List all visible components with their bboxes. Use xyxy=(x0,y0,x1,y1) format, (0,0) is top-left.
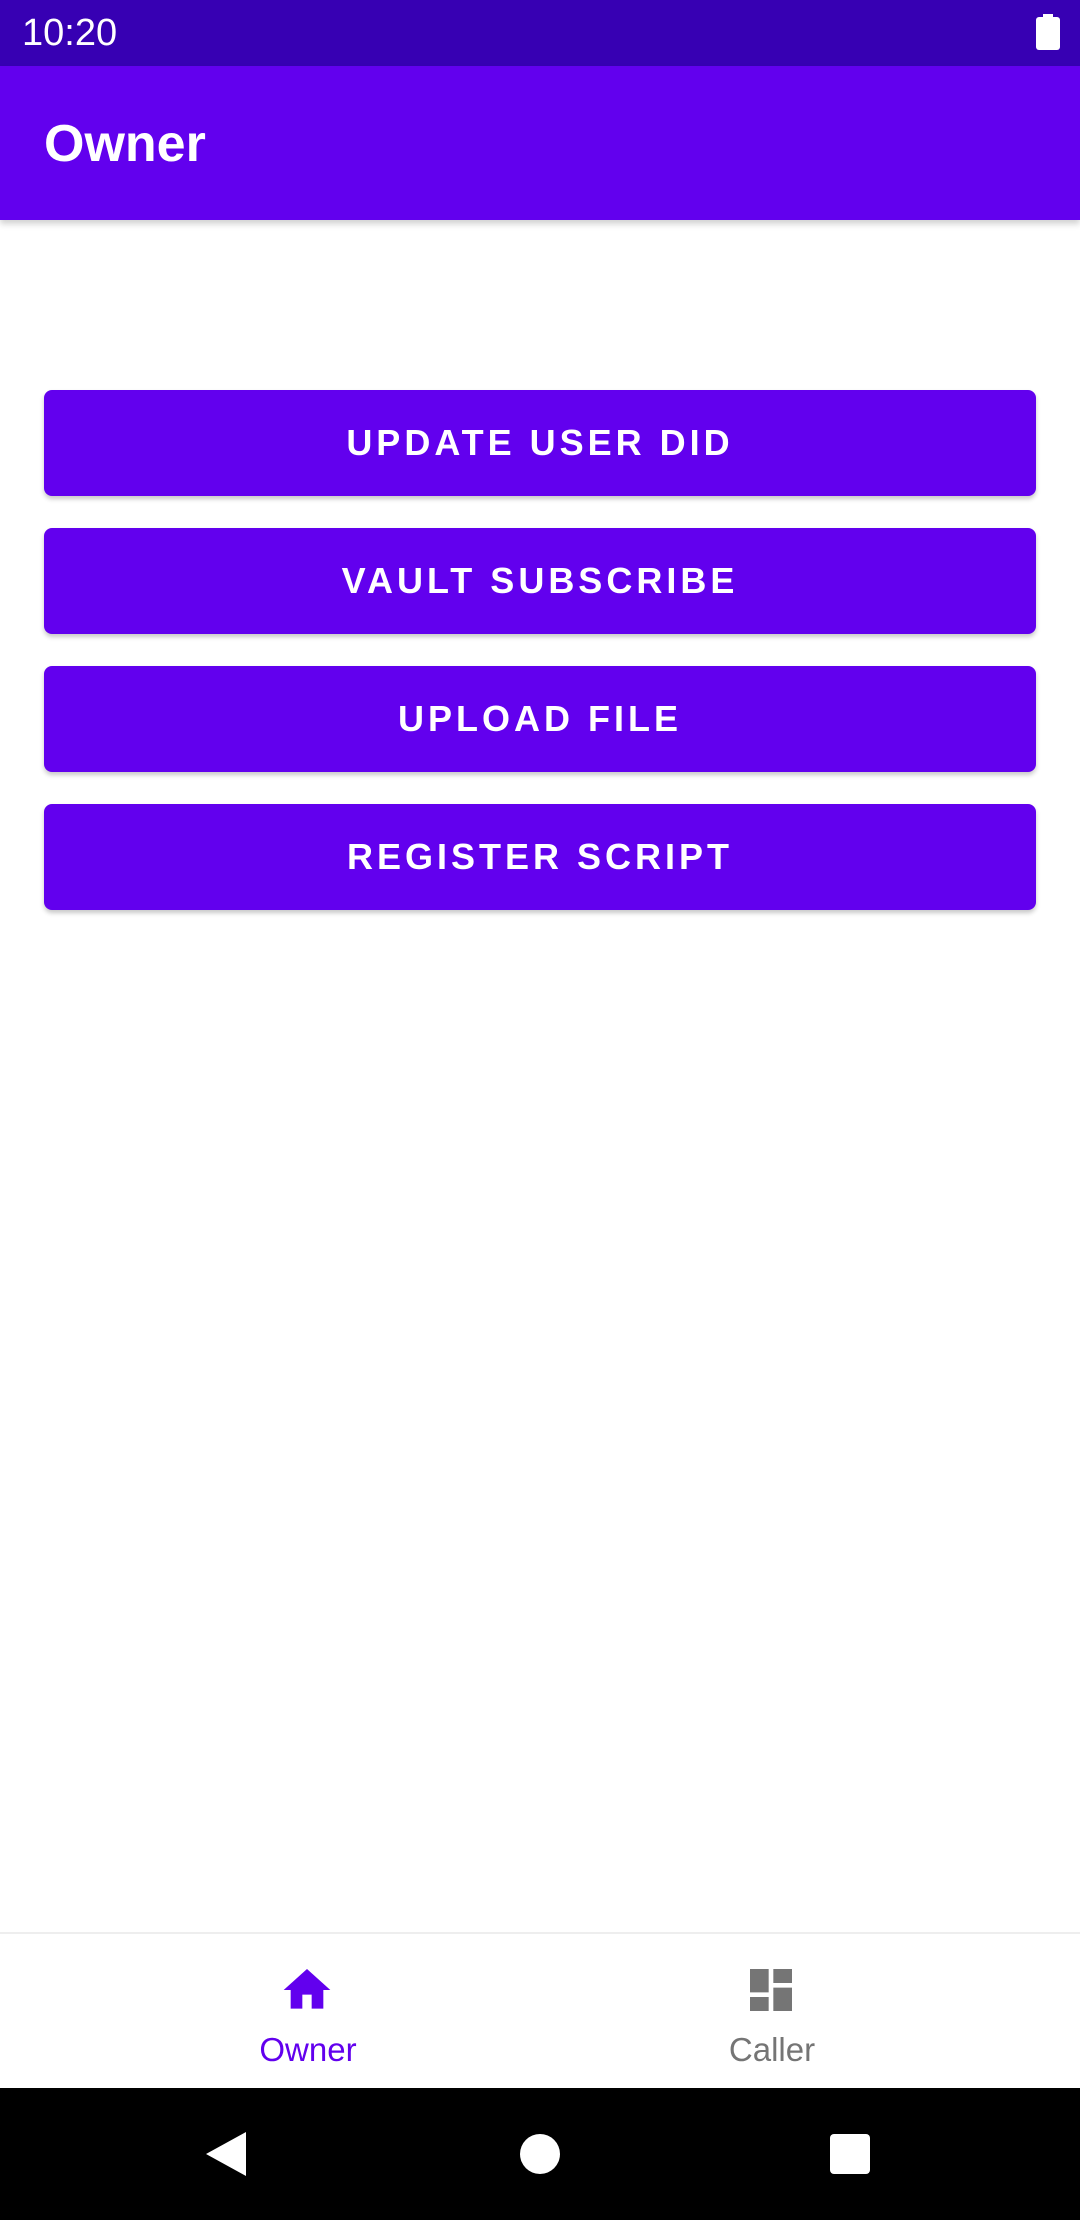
home-icon xyxy=(283,1969,331,2009)
screen: 10:20 Owner UPDATE USER DID VAULT SUBSCR… xyxy=(0,0,1080,2220)
update-user-did-button[interactable]: UPDATE USER DID xyxy=(44,390,1036,496)
upload-file-button[interactable]: UPLOAD FILE xyxy=(44,666,1036,772)
nav-label-caller: Caller xyxy=(728,2031,816,2068)
system-navigation-bar xyxy=(0,2088,1080,2220)
bottom-navigation: Owner Caller xyxy=(0,1932,1080,2090)
battery-icon xyxy=(1036,14,1060,50)
app-bar: Owner xyxy=(0,66,1080,220)
nav-item-owner[interactable]: Owner xyxy=(0,1934,540,2090)
home-circle-icon[interactable] xyxy=(512,2126,568,2182)
status-bar: 10:20 xyxy=(0,0,1080,66)
vault-subscribe-button[interactable]: VAULT SUBSCRIBE xyxy=(44,528,1036,634)
nav-item-caller[interactable]: Caller xyxy=(540,1934,1080,2090)
register-script-button[interactable]: REGISTER SCRIPT xyxy=(44,804,1036,910)
action-buttons: UPDATE USER DID VAULT SUBSCRIBE UPLOAD F… xyxy=(44,390,1036,942)
back-icon[interactable] xyxy=(200,2126,256,2182)
status-time: 10:20 xyxy=(22,12,118,54)
dashboard-icon xyxy=(750,1969,792,2011)
page-title: Owner xyxy=(44,115,206,173)
recents-icon[interactable] xyxy=(822,2126,878,2182)
nav-label-owner: Owner xyxy=(259,2031,357,2068)
